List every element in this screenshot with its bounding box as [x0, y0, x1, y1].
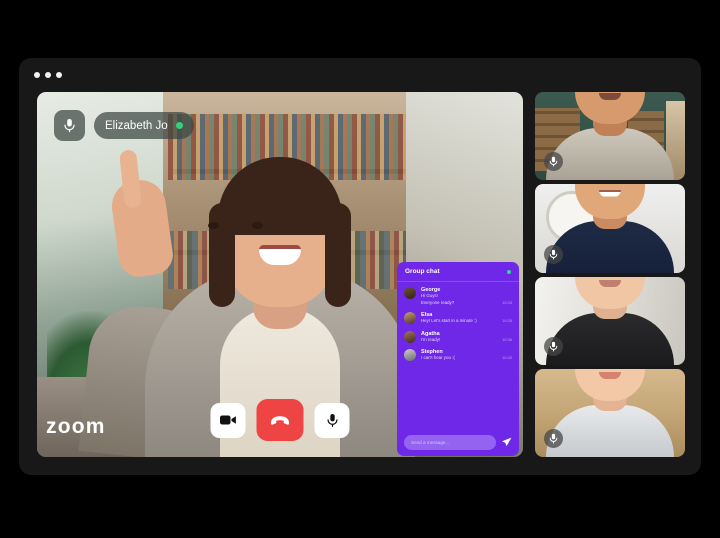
speaker-mic-button[interactable]	[54, 110, 85, 141]
zoom-wordmark: zoom	[46, 415, 106, 438]
microphone-icon	[326, 413, 338, 427]
chat-online-indicator	[507, 269, 511, 274]
chat-message-text: Hey! Let's start in a minute :)	[421, 318, 477, 324]
chat-message: Agatha I'm ready! 10:36	[404, 330, 512, 344]
chat-composer	[397, 432, 519, 456]
microphone-icon	[64, 119, 75, 133]
chat-message-time: 10:40	[501, 355, 512, 361]
toggle-video-button[interactable]	[210, 402, 246, 438]
video-camera-icon	[220, 415, 236, 425]
chat-message: George Hi Guys! Everyone ready? 10:33	[404, 287, 512, 306]
microphone-icon	[549, 433, 558, 444]
chat-message-time: 10:33	[501, 299, 512, 305]
participant-mic-status[interactable]	[544, 429, 563, 448]
participant-sidebar	[535, 92, 685, 457]
app-window: Elizabeth Jo zoom Group chat George Hi G…	[19, 58, 701, 475]
window-dot-1[interactable]	[34, 72, 40, 78]
participant-tile[interactable]	[535, 184, 685, 273]
chat-message: Elsa Hey! Let's start in a minute :) 10:…	[404, 312, 512, 325]
chat-message-text: Everyone ready?	[421, 299, 455, 305]
main-speaker-video[interactable]: Elizabeth Jo zoom Group chat George Hi G…	[37, 92, 523, 457]
chat-message-time: 10:36	[501, 336, 512, 342]
microphone-icon	[549, 249, 558, 259]
participant-tile[interactable]	[535, 276, 685, 365]
toggle-mic-button[interactable]	[314, 402, 350, 438]
microphone-icon	[549, 157, 558, 167]
end-call-icon	[270, 415, 290, 425]
window-controls[interactable]	[34, 72, 62, 78]
chat-message-text: I can't hear you :(	[421, 355, 455, 361]
speaker-name-label: Elizabeth Jo	[105, 119, 168, 132]
avatar	[404, 330, 416, 343]
chat-message-list: George Hi Guys! Everyone ready? 10:33 El…	[397, 282, 519, 432]
microphone-icon	[549, 341, 558, 352]
speaker-status-dot	[175, 122, 183, 129]
participant-tile[interactable]	[535, 92, 685, 181]
chat-header: Group chat	[397, 262, 519, 282]
avatar	[404, 287, 416, 299]
participant-mic-status[interactable]	[544, 244, 563, 264]
speaker-name-chip: Elizabeth Jo	[94, 112, 194, 139]
chat-message-text: I'm ready!	[421, 336, 441, 342]
avatar	[404, 349, 416, 362]
chat-message-input[interactable]	[404, 434, 496, 450]
chat-message-time: 10:35	[501, 318, 512, 324]
send-message-button[interactable]	[501, 437, 512, 448]
participant-tile[interactable]	[535, 368, 685, 457]
avatar	[404, 312, 416, 325]
send-paper-plane-icon	[501, 437, 512, 446]
chat-message-text: Hi Guys!	[421, 293, 438, 298]
group-chat-panel[interactable]: Group chat George Hi Guys! Everyone read…	[397, 262, 519, 456]
call-controls	[210, 399, 350, 441]
speaker-name-badge: Elizabeth Jo	[54, 110, 194, 141]
chat-title: Group chat	[405, 268, 440, 275]
end-call-button[interactable]	[256, 399, 304, 441]
window-dot-2[interactable]	[45, 72, 51, 78]
window-titlebar	[19, 58, 701, 92]
window-dot-3[interactable]	[56, 72, 62, 78]
participant-mic-status[interactable]	[544, 336, 563, 356]
chat-message: Stephen I can't hear you :( 10:40	[404, 349, 512, 362]
